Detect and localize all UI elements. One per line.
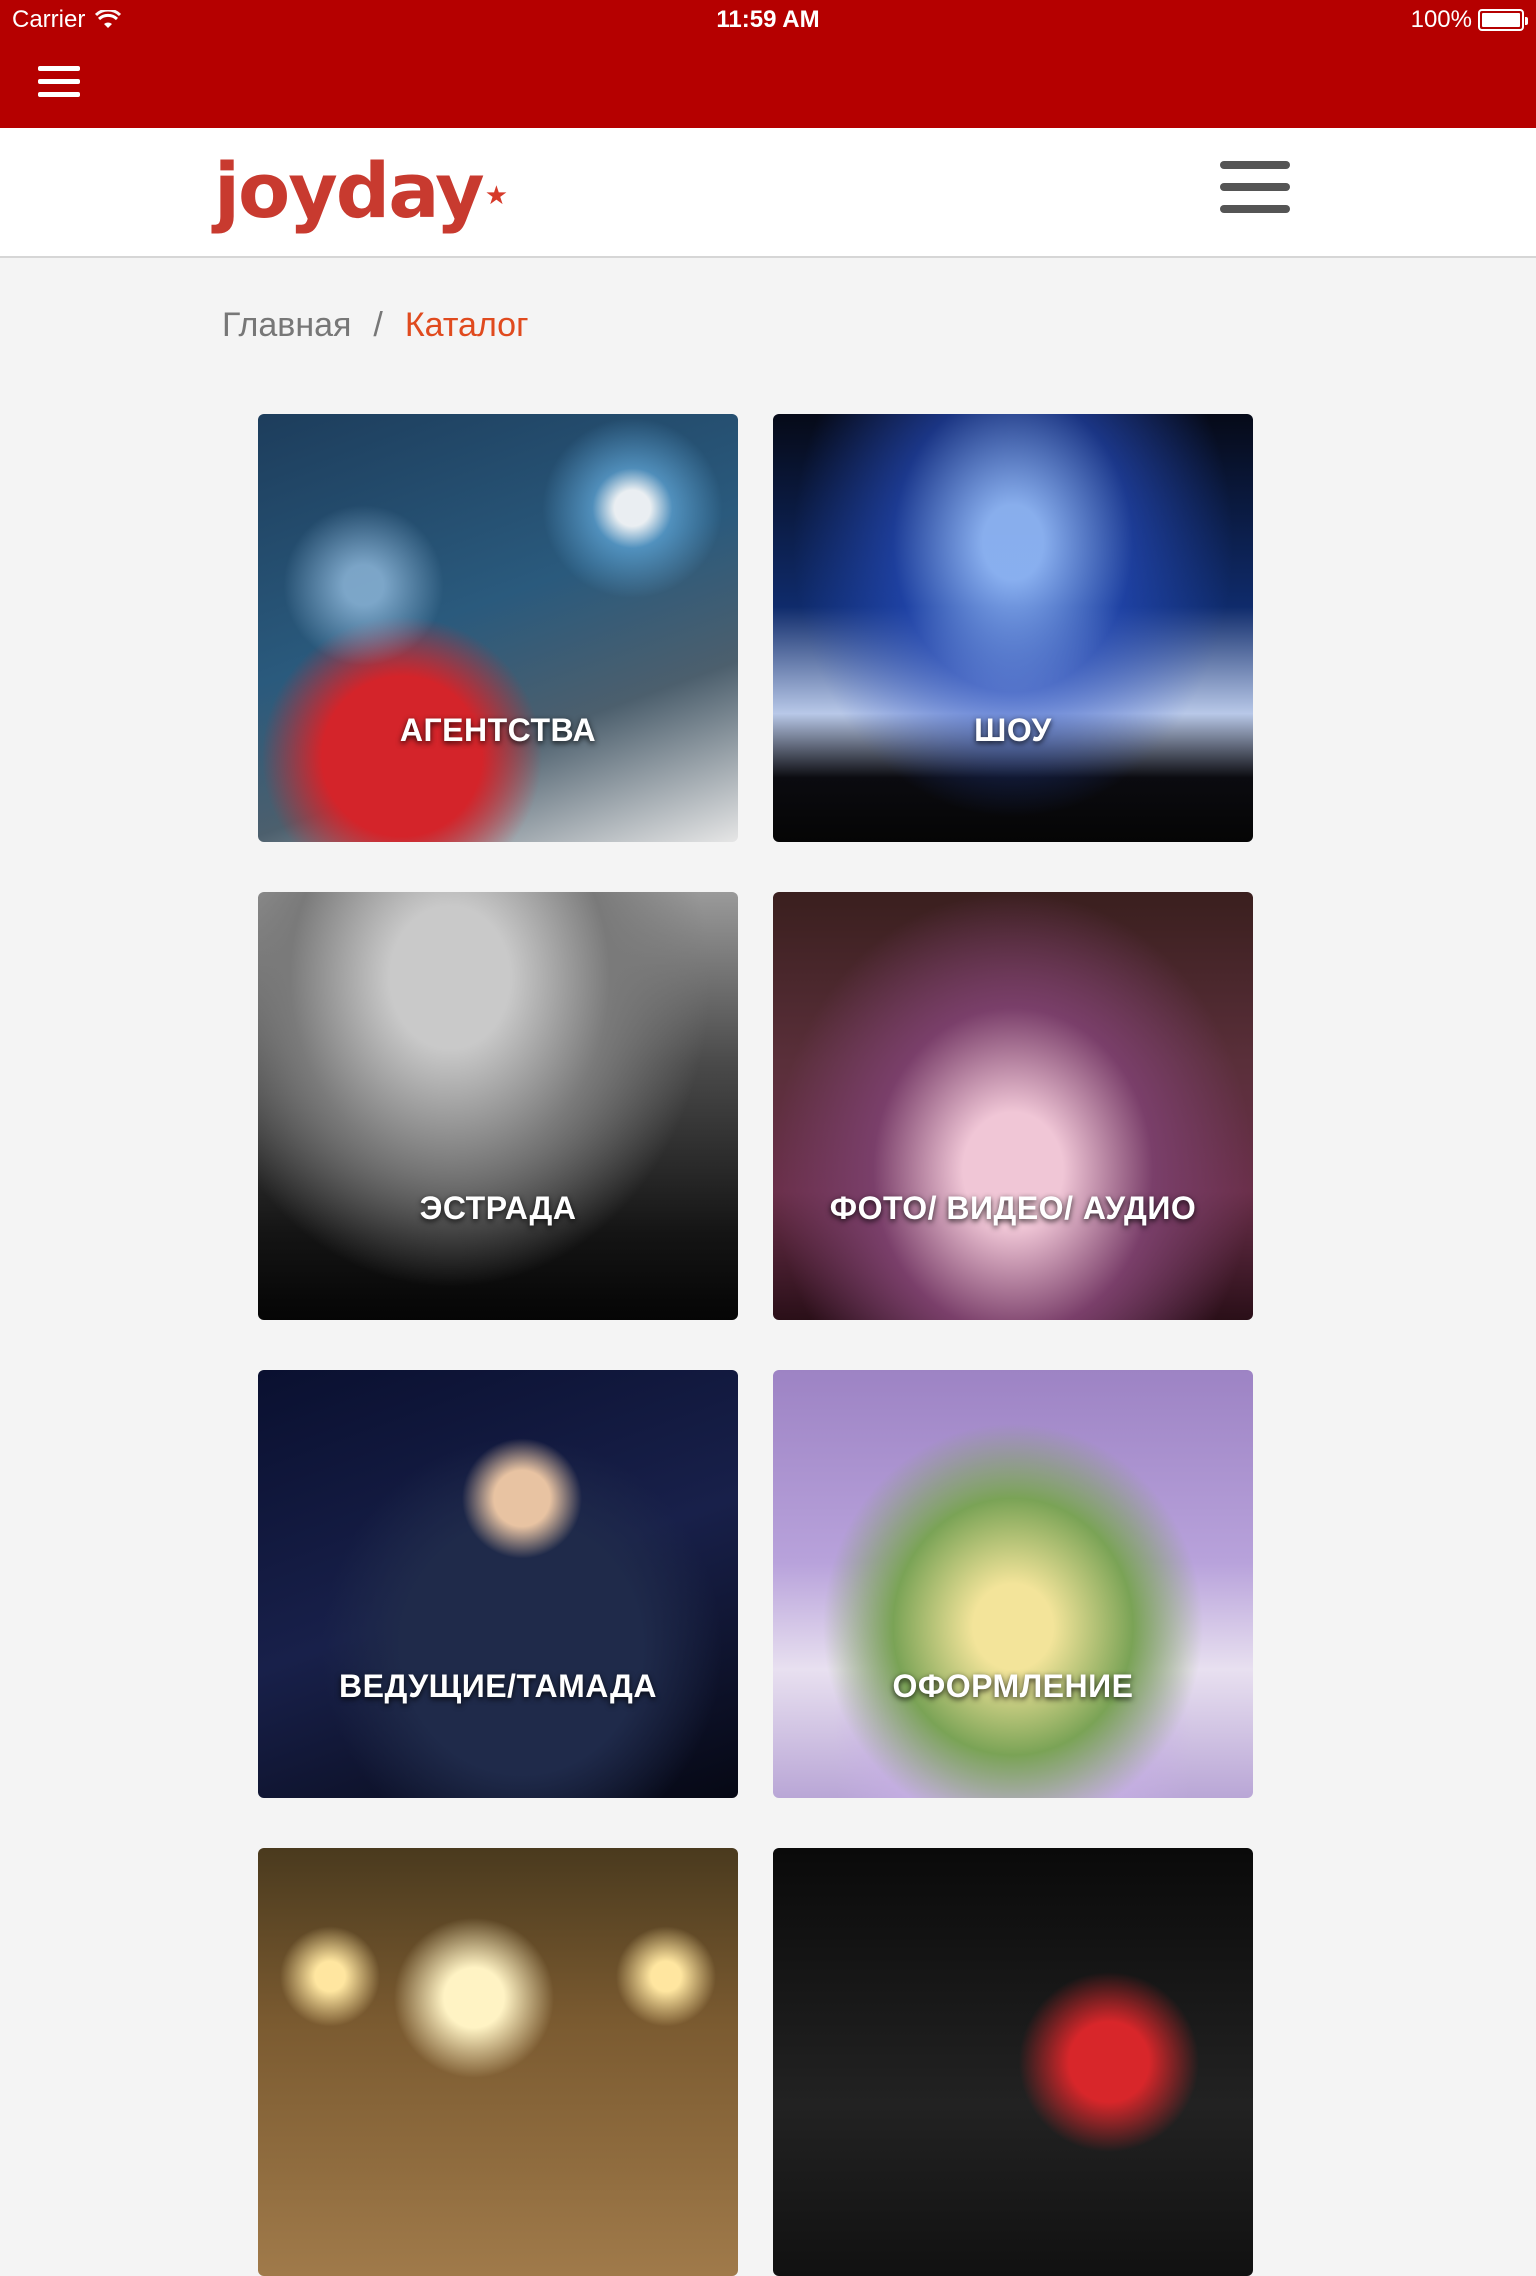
catalog-tile-hosts[interactable]: ВЕДУЩИЕ/ТАМАДА — [258, 1370, 738, 1798]
catalog-tile-label: АГЕНТСТВА — [399, 712, 597, 748]
catalog-tile-label: ЭСТРАДА — [419, 1190, 577, 1226]
hamburger-menu-button[interactable] — [1220, 161, 1290, 217]
menu-icon — [38, 66, 80, 71]
hamburger-icon — [1220, 161, 1290, 169]
catalog-tile-estrada[interactable]: ЭСТРАДА — [258, 892, 738, 1320]
site-header: joyday★ — [0, 128, 1536, 258]
joyday-logo[interactable]: joyday★ — [214, 146, 508, 241]
battery-indicator: 100% — [1410, 0, 1528, 40]
breadcrumb-home-link[interactable]: Главная — [222, 306, 351, 345]
catalog-tile-label: ВЕДУЩИЕ/ТАМАДА — [339, 1668, 657, 1704]
status-time: 11:59 AM — [716, 6, 820, 33]
catalog-tile-agencies[interactable]: АГЕНТСТВА — [258, 414, 738, 842]
catalog-tile-decoration[interactable]: ОФОРМЛЕНИЕ — [773, 1370, 1253, 1798]
catalog-tile-label: ФОТО/ ВИДЕО/ АУДИО — [829, 1190, 1197, 1226]
catalog-tile-musicians[interactable] — [773, 1848, 1253, 2276]
app-bar: Carrier 11:59 AM 100% — [0, 0, 1536, 128]
status-bar: Carrier 11:59 AM 100% — [0, 0, 1536, 40]
battery-label: 100% — [1410, 6, 1472, 33]
catalog-tile-venues[interactable] — [258, 1848, 738, 2276]
logo-star-icon: ★ — [484, 181, 508, 211]
catalog-tile-photo-video-audio[interactable]: ФОТО/ ВИДЕО/ АУДИО — [773, 892, 1253, 1320]
catalog-tile-show[interactable]: ШОУ — [773, 414, 1253, 842]
catalog-tile-label: ШОУ — [974, 712, 1052, 748]
app-menu-button[interactable] — [38, 66, 80, 100]
battery-icon — [1478, 9, 1528, 31]
catalog-tile-label: ОФОРМЛЕНИЕ — [892, 1668, 1134, 1704]
breadcrumb-current: Каталог — [404, 306, 529, 344]
breadcrumb-separator: / — [373, 306, 383, 344]
logo-text: joyday — [214, 146, 485, 235]
breadcrumb: Главная / Каталог — [222, 306, 528, 345]
